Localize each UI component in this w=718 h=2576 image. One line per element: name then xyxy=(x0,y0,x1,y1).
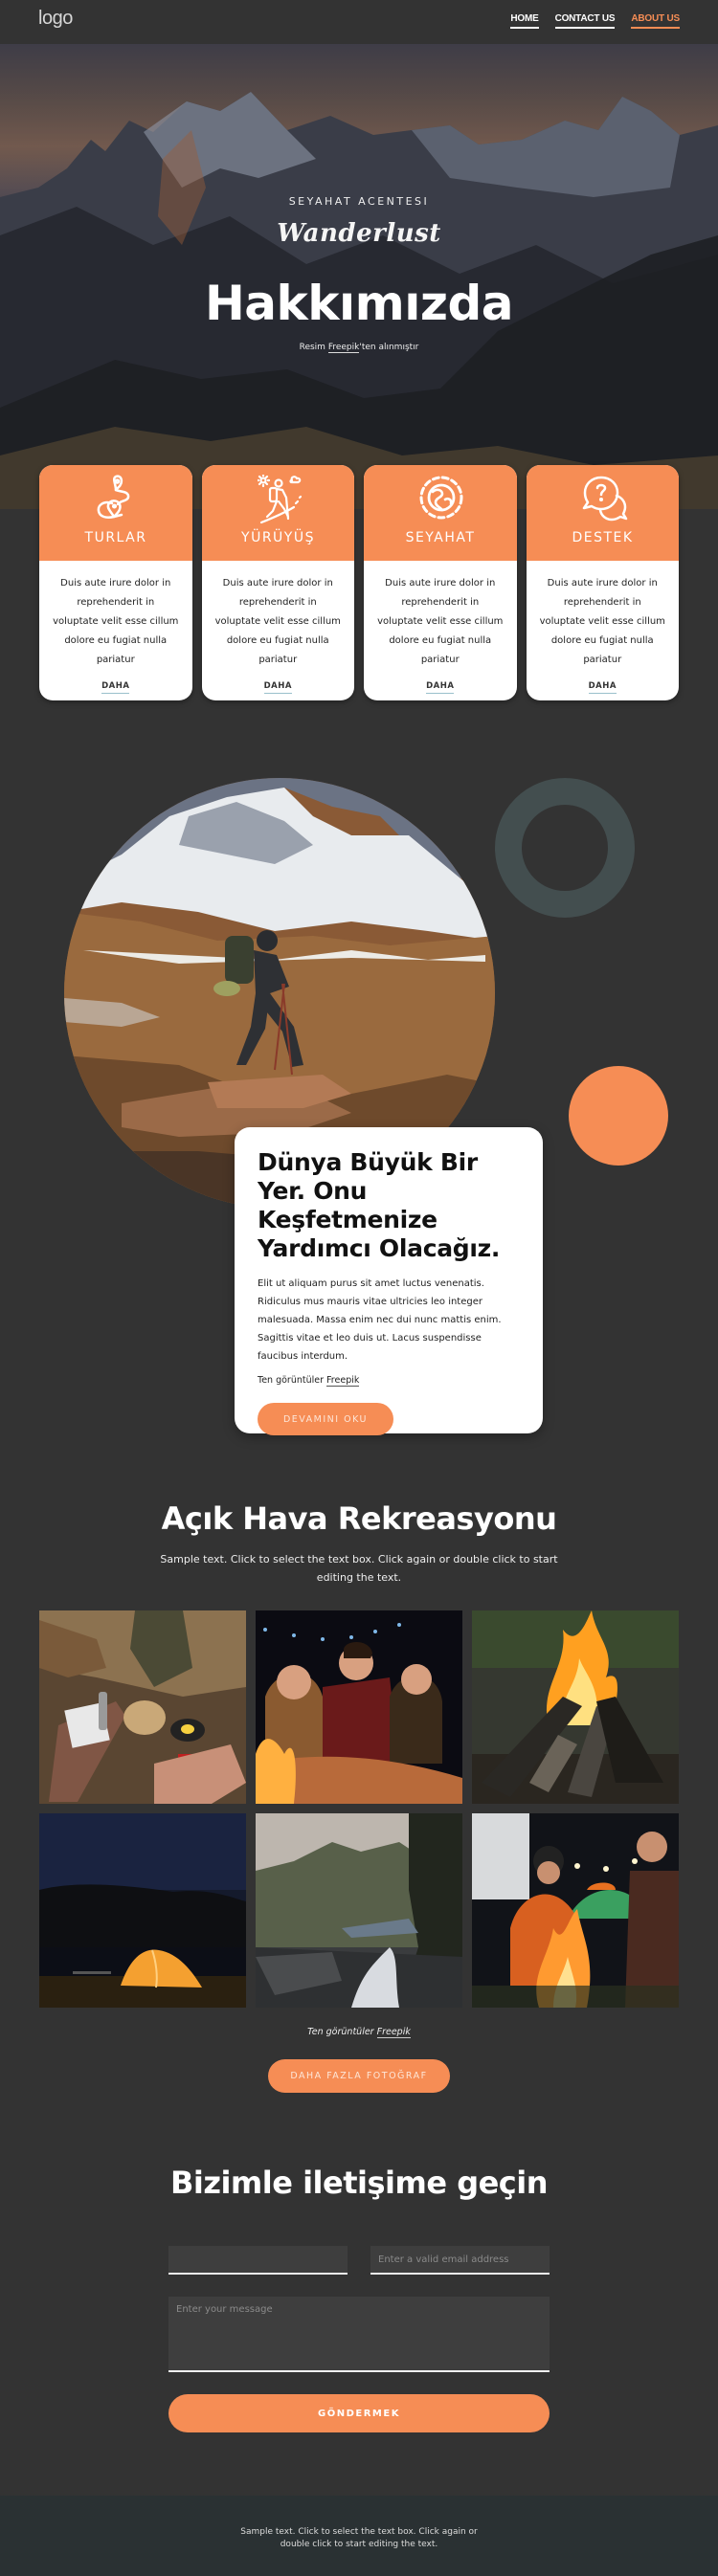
card-header: YÜRÜYÜŞ xyxy=(201,465,354,561)
name-field[interactable] xyxy=(168,2246,348,2275)
card-text: Duis aute irure dolor in reprehenderit i… xyxy=(377,578,504,665)
nav-contact-us[interactable]: CONTACT US xyxy=(554,13,616,29)
site-footer: Sample text. Click to select the text bo… xyxy=(0,2496,718,2576)
mountain-river-photo[interactable] xyxy=(256,1813,462,2008)
card-yuruyus: YÜRÜYÜŞ Duis aute irure dolor in reprehe… xyxy=(201,465,354,700)
about-title: Dünya Büyük Bir Yer. Onu Keşfetmenize Ya… xyxy=(258,1148,501,1262)
credit-prefix: Ten görüntüler xyxy=(307,2027,377,2037)
couple-campfire-photo[interactable] xyxy=(472,1813,679,2008)
card-text: Duis aute irure dolor in reprehenderit i… xyxy=(53,578,179,665)
page-title: Hakkımızda xyxy=(204,276,514,331)
card-text: Duis aute irure dolor in reprehenderit i… xyxy=(539,578,665,665)
submit-button[interactable]: GÖNDERMEK xyxy=(168,2394,550,2432)
wanderlust-logo: Wanderlust xyxy=(277,219,441,248)
site-header: logo HOME CONTACT US ABOUT US xyxy=(0,0,718,44)
freepik-link[interactable]: Freepik xyxy=(376,2027,411,2038)
card-text: Duis aute irure dolor in reprehenderit i… xyxy=(214,578,341,665)
nav-about-us[interactable]: ABOUT US xyxy=(631,13,680,29)
more-photos-button[interactable]: DAHA FAZLA FOTOĞRAF xyxy=(268,2059,450,2093)
about-card: Dünya Büyük Bir Yer. Onu Keşfetmenize Ya… xyxy=(235,1127,543,1435)
freepik-link[interactable]: Freepik xyxy=(327,343,360,353)
about-text: Elit ut aliquam purus sit amet luctus ve… xyxy=(258,1278,502,1362)
footer-text: Sample text. Click to select the text bo… xyxy=(240,2527,478,2549)
more-link[interactable]: DAHA xyxy=(426,681,455,694)
read-more-button[interactable]: DEVAMINI OKU xyxy=(258,1403,393,1435)
map-route-icon xyxy=(97,475,130,519)
card-title: TURLAR xyxy=(84,530,147,545)
decorative-ring xyxy=(495,778,635,918)
credit-prefix: Resim xyxy=(299,343,328,352)
card-seyahat: SEYAHAT Duis aute irure dolor in reprehe… xyxy=(364,465,517,700)
help-chat-icon xyxy=(582,476,627,522)
contact-title: Bizimle iletişime geçin xyxy=(169,2165,549,2201)
credit-prefix: Ten görüntüler xyxy=(258,1375,327,1386)
card-header: TURLAR xyxy=(39,465,192,561)
more-link[interactable]: DAHA xyxy=(263,681,292,694)
recreation-title: Açık Hava Rekreasyonu xyxy=(161,1500,557,1537)
hero-section: SEYAHAT ACENTESI Wanderlust Hakkımızda R… xyxy=(0,44,718,509)
site-logo[interactable]: logo xyxy=(38,8,73,30)
hiker-icon xyxy=(257,475,302,524)
freepik-link[interactable]: Freepik xyxy=(326,1375,360,1387)
more-link[interactable]: DAHA xyxy=(588,681,617,694)
message-field[interactable] xyxy=(168,2297,550,2372)
friends-campfire-photo[interactable] xyxy=(256,1610,462,1804)
camping-picnic-photo[interactable] xyxy=(39,1610,246,1804)
recreation-subtitle: Sample text. Click to select the text bo… xyxy=(160,1553,558,1584)
hero-subtitle: SEYAHAT ACENTESI xyxy=(288,195,430,208)
card-turlar: TURLAR Duis aute irure dolor in reprehen… xyxy=(39,465,192,700)
card-header: SEYAHAT xyxy=(364,465,517,561)
globe-icon xyxy=(419,476,463,520)
card-title: SEYAHAT xyxy=(405,530,476,545)
decorative-circle xyxy=(569,1066,668,1166)
nav-home[interactable]: HOME xyxy=(510,13,539,29)
email-field[interactable] xyxy=(370,2246,550,2275)
card-title: YÜRÜYÜŞ xyxy=(241,530,315,545)
about-image-credit: Ten görüntüler Freepik xyxy=(258,1375,520,1387)
tent-night-lake-photo[interactable] xyxy=(39,1813,246,2008)
main-nav: HOME CONTACT US ABOUT US xyxy=(510,13,680,29)
service-cards: TURLAR Duis aute irure dolor in reprehen… xyxy=(39,465,679,700)
card-title: DESTEK xyxy=(572,530,634,545)
bonfire-photo[interactable] xyxy=(472,1610,679,1804)
credit-suffix: 'ten alınmıştır xyxy=(359,343,419,352)
card-destek: DESTEK Duis aute irure dolor in reprehen… xyxy=(526,465,679,700)
more-link[interactable]: DAHA xyxy=(101,681,130,694)
card-header: DESTEK xyxy=(526,465,679,561)
photo-gallery xyxy=(39,1610,679,2008)
hero-image-credit: Resim Freepik'ten alınmıştır xyxy=(0,343,718,353)
gallery-image-credit: Ten görüntüler Freepik xyxy=(0,2027,718,2038)
